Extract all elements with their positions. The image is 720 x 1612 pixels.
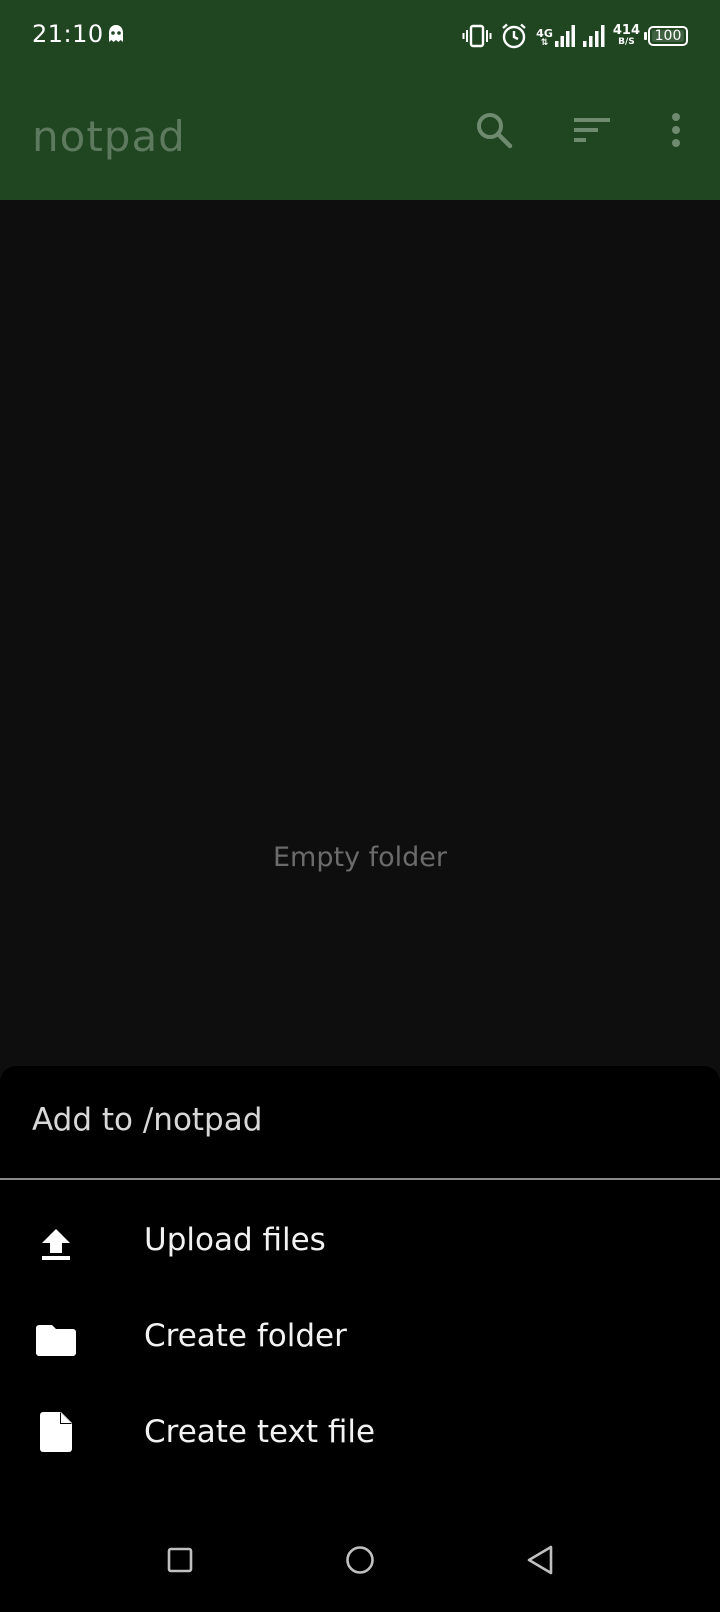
sort-button[interactable] bbox=[568, 108, 616, 156]
empty-folder-message: Empty folder bbox=[272, 842, 448, 873]
sheet-divider bbox=[0, 1178, 720, 1180]
more-options-button[interactable] bbox=[652, 108, 700, 156]
create-folder-label: Create folder bbox=[144, 1318, 347, 1354]
recents-square-icon bbox=[166, 1546, 194, 1578]
sort-icon bbox=[572, 114, 612, 150]
file-icon bbox=[32, 1410, 80, 1454]
net-speed: 414 B/S bbox=[612, 23, 640, 47]
vibrate-icon bbox=[462, 23, 492, 49]
upload-icon bbox=[32, 1224, 80, 1264]
folder-icon bbox=[32, 1320, 80, 1360]
back-button[interactable] bbox=[520, 1542, 560, 1582]
create-folder-item[interactable]: Create folder bbox=[0, 1292, 720, 1388]
file-list-area: Empty folder bbox=[0, 200, 720, 1068]
net-speed-unit: B/S bbox=[618, 37, 635, 47]
search-button[interactable] bbox=[470, 108, 518, 156]
more-vert-icon bbox=[670, 112, 682, 152]
status-time: 21:10 bbox=[32, 20, 104, 48]
notification-ghost-icon bbox=[103, 22, 129, 48]
sheet-title: Add to /notpad bbox=[32, 1102, 263, 1138]
signal-icon bbox=[582, 24, 605, 48]
upload-files-label: Upload files bbox=[144, 1222, 326, 1258]
app-title: notpad bbox=[32, 112, 186, 161]
search-icon bbox=[474, 110, 514, 154]
status-bar: 21:10 4G ⇅ 414 B/S 100 bbox=[0, 0, 720, 72]
system-nav-bar bbox=[0, 1512, 720, 1612]
back-triangle-icon bbox=[525, 1544, 555, 1580]
net-speed-value: 414 bbox=[612, 23, 640, 38]
signal-4g-icon: 4G ⇅ bbox=[536, 24, 575, 48]
create-text-file-label: Create text file bbox=[144, 1414, 376, 1450]
alarm-icon bbox=[500, 22, 528, 50]
screen: 21:10 4G ⇅ 414 B/S 100 notpad Empty fold… bbox=[0, 0, 720, 1612]
status-icons: 4G ⇅ 414 B/S 100 bbox=[462, 20, 688, 52]
upload-files-item[interactable]: Upload files bbox=[0, 1196, 720, 1292]
app-bar: notpad bbox=[0, 72, 720, 200]
battery-icon: 100 bbox=[644, 26, 688, 46]
home-button[interactable] bbox=[340, 1542, 380, 1582]
create-text-file-item[interactable]: Create text file bbox=[0, 1388, 720, 1484]
battery-level: 100 bbox=[654, 28, 682, 44]
recents-button[interactable] bbox=[160, 1542, 200, 1582]
home-circle-icon bbox=[344, 1544, 376, 1580]
